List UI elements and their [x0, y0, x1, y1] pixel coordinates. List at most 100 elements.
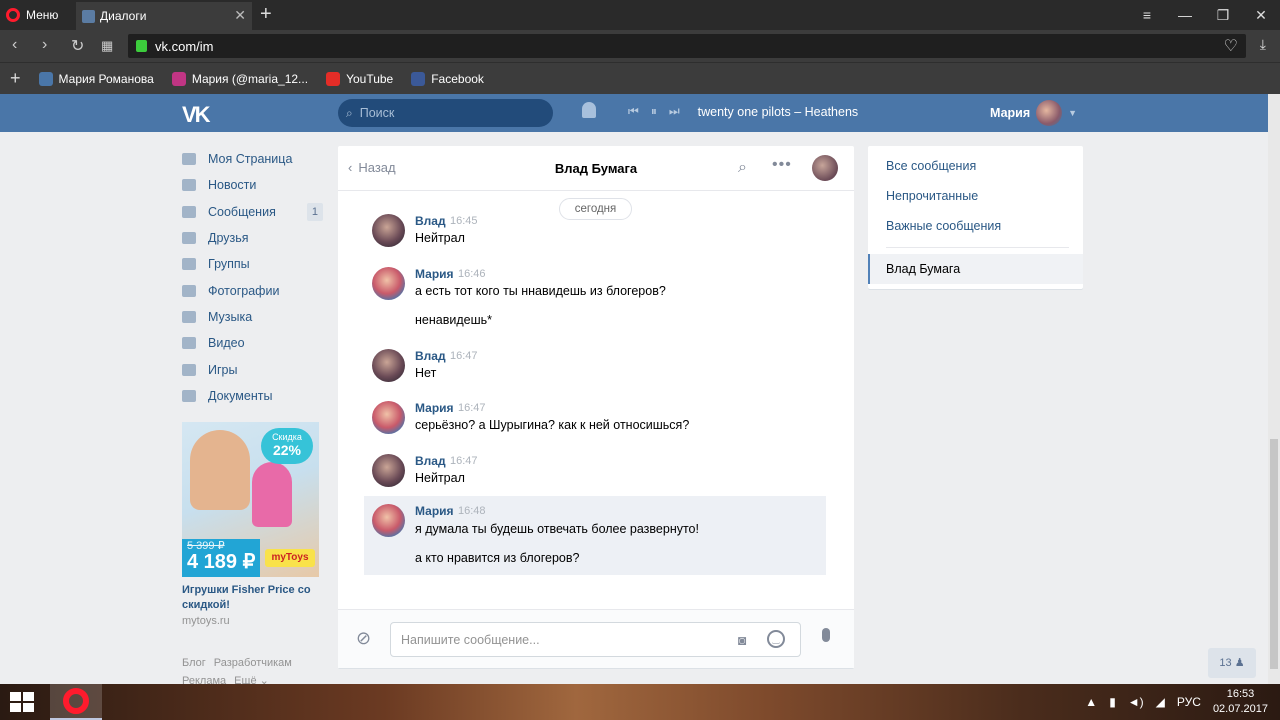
avatar[interactable] [372, 267, 405, 300]
avatar[interactable] [372, 454, 405, 487]
sidebar-item-documents[interactable]: Документы [182, 383, 327, 409]
message-author[interactable]: Влад [415, 454, 446, 468]
sidebar-item-groups[interactable]: Группы [182, 251, 327, 277]
avatar[interactable] [812, 155, 838, 181]
pause-icon[interactable]: ⏸ [651, 104, 657, 119]
sidebar-item-news[interactable]: Новости [182, 172, 327, 198]
message-author[interactable]: Влад [415, 349, 446, 363]
message-author[interactable]: Мария [415, 401, 454, 415]
search-input[interactable]: ⌕ Поиск [338, 99, 553, 127]
forward-arrow-icon[interactable]: › [42, 36, 47, 54]
chevron-up-icon[interactable]: ▲ [1085, 695, 1097, 709]
ad-image[interactable]: Скидка 22% 5 399 ₽ 4 189 ₽ myToys [182, 422, 319, 577]
bookmark-label: Мария (@maria_12... [191, 71, 309, 86]
add-bookmark-icon[interactable]: + [10, 68, 21, 89]
download-icon[interactable]: ⤓ [1260, 36, 1266, 53]
microphone-icon[interactable] [822, 628, 830, 642]
speed-dial-icon[interactable]: ▦ [101, 38, 113, 54]
discount-badge: Скидка 22% [261, 428, 313, 464]
avatar [1036, 100, 1063, 126]
paperclip-icon[interactable]: ⊘ [356, 628, 371, 649]
online-friends-button[interactable]: 13 ♟ [1208, 648, 1256, 678]
system-tray: ▲ ▮ ◄) ◢ РУС 16:53 02.07.2017 [1085, 684, 1280, 720]
track-title[interactable]: twenty one pilots – Heathens [698, 105, 859, 119]
message-author[interactable]: Мария [415, 267, 454, 281]
maximize-button[interactable]: ❐ [1204, 0, 1242, 30]
bookmark-heart-icon[interactable]: ♡ [1224, 36, 1238, 56]
user-menu[interactable]: Мария ▼ [990, 100, 1077, 126]
windows-start-icon[interactable] [10, 692, 34, 712]
sidebar-ad[interactable]: Скидка 22% 5 399 ₽ 4 189 ₽ myToys Игрушки… [182, 422, 319, 627]
minimize-button[interactable]: — [1166, 0, 1204, 30]
menu-item-active-dialog[interactable]: Влад Бумага [868, 254, 1083, 284]
taskbar-clock[interactable]: 16:53 02.07.2017 [1213, 687, 1268, 717]
reload-icon[interactable]: ↻ [71, 36, 84, 56]
url-text: vk.com/im [155, 38, 214, 54]
avatar[interactable] [372, 401, 405, 434]
bookmark-instagram[interactable]: Мария (@maria_12... [171, 71, 309, 86]
sidebar-item-my-page[interactable]: Моя Страница [182, 146, 327, 172]
tab-menu-icon[interactable]: ≡ [1128, 0, 1166, 30]
avatar[interactable] [372, 214, 405, 247]
chat-bubble-icon [182, 205, 196, 218]
message-author[interactable]: Мария [415, 504, 454, 518]
sidebar-item-photos[interactable]: Фотографии [182, 277, 327, 303]
menu-item-important[interactable]: Важные сообщения [868, 211, 1083, 241]
volume-icon[interactable]: ◄) [1128, 695, 1144, 709]
sidebar-item-friends[interactable]: Друзья [182, 225, 327, 251]
left-sidebar: Моя Страница Новости Сообщения 1 Друзья Г… [182, 146, 327, 409]
language-indicator[interactable]: РУС [1177, 695, 1201, 709]
message-input[interactable] [391, 623, 721, 656]
new-tab-button[interactable]: + [260, 3, 272, 26]
next-track-icon[interactable]: ⏭ [669, 104, 680, 119]
close-window-button[interactable]: ✕ [1242, 0, 1280, 30]
url-field[interactable]: vk.com/im ♡ [128, 34, 1246, 58]
camera-icon[interactable]: ◙ [738, 632, 746, 648]
message: Влад 16:47 Нет [364, 341, 826, 391]
gamepad-icon [182, 363, 196, 376]
search-icon: ⌕ [346, 105, 353, 120]
message-author[interactable]: Влад [415, 214, 446, 228]
new-price: 4 189 ₽ [187, 551, 256, 573]
sidebar-item-messages[interactable]: Сообщения 1 [182, 199, 327, 225]
close-tab-icon[interactable]: ✕ [234, 7, 246, 24]
vk-logo[interactable]: VK [182, 102, 211, 128]
battery-icon[interactable]: ▮ [1109, 695, 1116, 709]
avatar[interactable] [372, 349, 405, 382]
search-icon[interactable]: ⌕ [738, 159, 747, 177]
avatar[interactable] [372, 504, 405, 537]
instagram-icon [171, 71, 186, 86]
bookmark-facebook[interactable]: Facebook [411, 71, 484, 86]
dialogs-filter-menu: Все сообщения Непрочитанные Важные сообщ… [868, 146, 1083, 289]
bookmark-youtube[interactable]: YouTube [326, 71, 393, 86]
sidebar-item-label: Фотографии [208, 283, 280, 298]
message-text: Нейтрал [415, 471, 465, 485]
notifications-bell-icon[interactable] [582, 102, 596, 118]
menu-item-unread[interactable]: Непрочитанные [868, 181, 1083, 211]
opera-taskbar-button[interactable] [50, 684, 102, 720]
bookmark-vk[interactable]: Мария Романова [38, 71, 154, 86]
sidebar-item-music[interactable]: Музыка [182, 304, 327, 330]
emoji-icon[interactable]: ‿ [767, 630, 785, 648]
clock-time: 16:53 [1226, 688, 1255, 700]
page-scrollbar[interactable] [1268, 94, 1280, 684]
bookmark-label: Facebook [431, 71, 484, 86]
footer-link-developers[interactable]: Разработчикам [214, 657, 292, 669]
opera-menu-button[interactable]: Меню [6, 4, 58, 26]
message-composer: ⊘ ◙ ‿ [338, 609, 854, 668]
sidebar-item-video[interactable]: Видео [182, 330, 327, 356]
discount-label: Скидка [272, 432, 302, 442]
message-text: ненавидешь* [415, 313, 492, 327]
news-icon [182, 179, 196, 192]
window-controls: ≡ — ❐ ✕ [1128, 0, 1280, 30]
back-arrow-icon[interactable]: ‹ [12, 36, 17, 54]
previous-track-icon[interactable]: ⏮ [628, 104, 639, 119]
scrollbar-thumb[interactable] [1270, 439, 1278, 669]
ad-title[interactable]: Игрушки Fisher Price со скидкой! [182, 583, 319, 613]
browser-tab[interactable]: Диалоги ✕ [76, 2, 252, 30]
sidebar-item-games[interactable]: Игры [182, 356, 327, 382]
network-icon[interactable]: ◢ [1156, 695, 1165, 709]
more-icon[interactable]: ••• [772, 156, 792, 174]
footer-link-blog[interactable]: Блог [182, 657, 206, 669]
menu-item-all-messages[interactable]: Все сообщения [868, 151, 1083, 181]
